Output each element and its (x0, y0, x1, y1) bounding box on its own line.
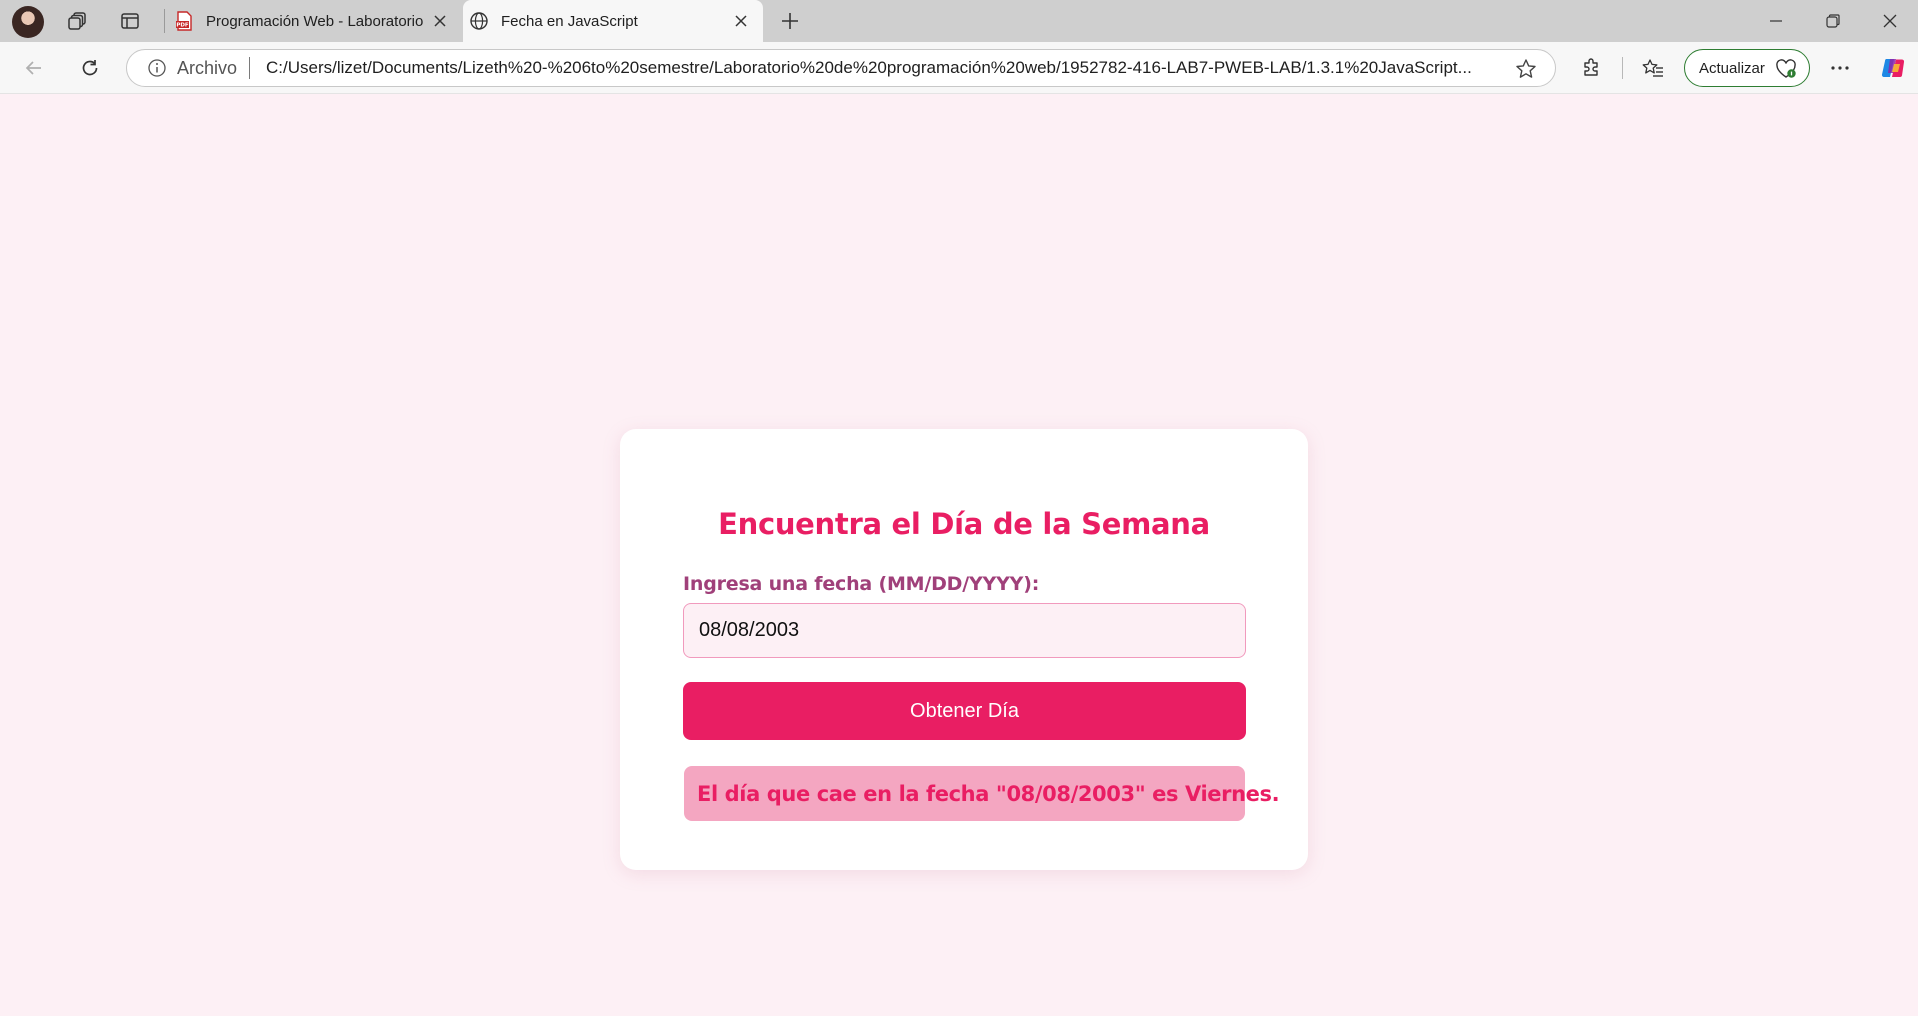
extensions-icon[interactable] (1573, 50, 1609, 86)
more-options-icon[interactable] (1822, 50, 1858, 86)
update-button[interactable]: Actualizar (1684, 49, 1810, 87)
page-viewport: Encuentra el Día de la Semana Ingresa un… (4, 95, 1914, 1016)
globe-icon (470, 12, 488, 30)
toolbar-divider (1622, 57, 1623, 79)
address-bar[interactable]: Archivo C:/Users/lizet/Documents/Lizeth%… (126, 49, 1556, 87)
date-card: Encuentra el Día de la Semana Ingresa un… (620, 429, 1308, 870)
vertical-tabs-icon[interactable] (114, 0, 146, 42)
workspaces-icon[interactable] (62, 0, 94, 42)
scheme-label: Archivo (177, 57, 238, 78)
health-heart-icon (1776, 59, 1796, 78)
info-icon[interactable] (147, 58, 167, 78)
new-tab-icon[interactable] (774, 0, 806, 42)
get-day-button[interactable]: Obtener Día (683, 682, 1246, 740)
tab-strip: PDF Programación Web - Laboratorio Fecha… (0, 0, 1918, 42)
favorites-icon[interactable] (1635, 50, 1671, 86)
minimize-icon[interactable] (1748, 0, 1804, 42)
reload-icon[interactable] (72, 50, 108, 86)
page-title: Encuentra el Día de la Semana (718, 507, 1210, 541)
close-tab-icon[interactable] (731, 11, 751, 31)
update-button-label: Actualizar (1699, 59, 1765, 77)
result-message: El día que cae en la fecha "08/08/2003" … (684, 766, 1280, 821)
tab-title: Programación Web - Laboratorio (206, 12, 424, 30)
tab-separator (164, 9, 165, 33)
tab-programacion-web[interactable]: PDF Programación Web - Laboratorio (168, 0, 462, 42)
svg-text:PDF: PDF (176, 23, 189, 29)
url-text[interactable]: C:/Users/lizet/Documents/Lizeth%20-%206t… (266, 58, 1481, 78)
copilot-icon[interactable] (1875, 50, 1911, 86)
tab-fecha-javascript[interactable]: Fecha en JavaScript (463, 0, 763, 42)
date-input[interactable] (683, 603, 1246, 658)
date-label: Ingresa una fecha (MM/DD/YYYY): (683, 573, 1040, 595)
restore-icon[interactable] (1805, 0, 1861, 42)
close-tab-icon[interactable] (430, 11, 450, 31)
favorite-star-icon[interactable] (1515, 58, 1537, 80)
back-arrow-icon[interactable] (16, 50, 52, 86)
profile-avatar[interactable] (12, 6, 44, 38)
close-window-icon[interactable] (1862, 0, 1918, 42)
tab-title: Fecha en JavaScript (501, 12, 638, 30)
divider (249, 57, 251, 79)
browser-toolbar: Archivo C:/Users/lizet/Documents/Lizeth%… (0, 42, 1918, 94)
pdf-icon: PDF (176, 11, 192, 31)
